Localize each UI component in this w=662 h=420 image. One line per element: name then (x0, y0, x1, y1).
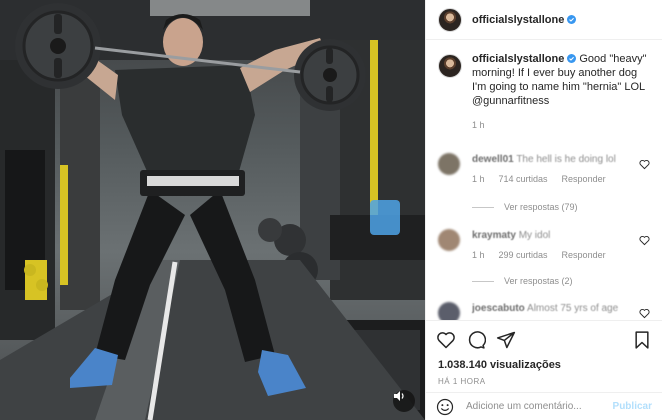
add-comment-form: Publicar (426, 392, 662, 420)
comments-list: officialslystallone Good "heavy" morning… (426, 40, 662, 320)
emoji-icon[interactable] (436, 398, 454, 416)
verified-badge-icon (567, 54, 577, 63)
replies-divider (472, 280, 494, 282)
instagram-post: officialslystallone officialslystallone … (0, 0, 662, 420)
avatar[interactable] (438, 153, 460, 175)
comment-likes[interactable]: 714 curtidas (499, 174, 548, 184)
view-replies-button[interactable]: Ver respostas (2) (472, 276, 573, 286)
reply-button[interactable]: Responder (562, 174, 606, 184)
post-caption: officialslystallone Good "heavy" morning… (426, 40, 662, 132)
avatar[interactable] (438, 7, 462, 32)
comment-time[interactable]: 1 h (472, 174, 485, 184)
post-video[interactable] (0, 0, 425, 420)
post-header: officialslystallone (426, 0, 662, 40)
comment-username[interactable]: kraymaty (472, 230, 516, 241)
share-icon[interactable] (496, 330, 516, 350)
heart-icon[interactable] (639, 159, 650, 170)
avatar[interactable] (438, 302, 460, 320)
post-actions (426, 320, 662, 358)
comment-time[interactable]: 1 h (472, 250, 485, 260)
publish-button[interactable]: Publicar (613, 401, 652, 412)
avatar[interactable] (438, 229, 460, 251)
post-timestamp[interactable]: HÁ 1 HORA (426, 374, 662, 392)
view-replies-button[interactable]: Ver respostas (79) (472, 202, 578, 212)
caption-time[interactable]: 1 h (472, 118, 652, 132)
reply-button[interactable]: Responder (562, 250, 606, 260)
header-username[interactable]: officialslystallone (472, 14, 564, 26)
comment-text: The hell is he doing lol (516, 154, 616, 165)
view-replies-label[interactable]: Ver respostas (79) (504, 202, 578, 212)
comment-likes[interactable]: 299 curtidas (499, 250, 548, 260)
post-side-panel: officialslystallone officialslystallone … (425, 0, 662, 420)
avatar[interactable] (438, 54, 462, 78)
comment-username[interactable]: dewell01 (472, 154, 514, 165)
comment-item: joescabuto Almost 75 yrs of age (426, 302, 662, 320)
view-count[interactable]: 1.038.140 visualizações (426, 358, 662, 374)
comment-text: My idol (518, 230, 551, 241)
caption-username[interactable]: officialslystallone (472, 53, 564, 65)
heart-icon[interactable] (639, 235, 650, 246)
heart-icon[interactable] (639, 308, 650, 319)
comment-username[interactable]: joescabuto (472, 303, 525, 314)
heart-icon[interactable] (436, 330, 456, 350)
comment-icon[interactable] (466, 330, 486, 350)
view-replies-label[interactable]: Ver respostas (2) (504, 276, 573, 286)
bookmark-icon[interactable] (632, 330, 652, 350)
comment-item: dewell01 The hell is he doing lol 1 h 71… (426, 153, 662, 184)
comment-input[interactable] (466, 401, 613, 412)
comment-text: Almost 75 yrs of age (527, 303, 619, 314)
replies-divider (472, 206, 494, 208)
speaker-icon[interactable] (393, 390, 415, 412)
gym-scene (0, 0, 425, 420)
comment-item: kraymaty My idol 1 h 299 curtidas Respon… (426, 229, 662, 260)
verified-badge-icon (567, 15, 577, 24)
